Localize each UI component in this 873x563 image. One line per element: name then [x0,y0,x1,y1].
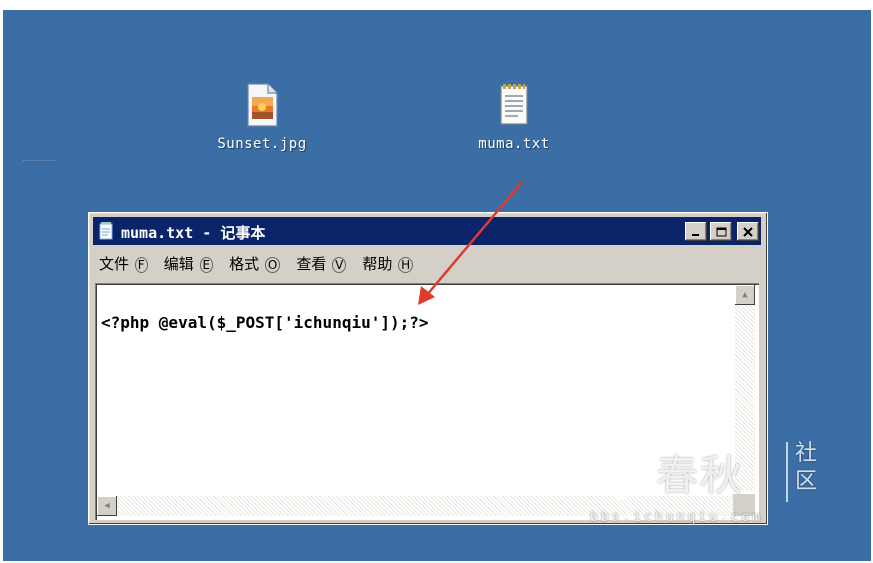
ichunqiu-logo-icon [595,441,647,501]
watermark-url: bbs.ichunqiu.com [590,510,764,525]
watermark-side-top: 社 [795,441,818,466]
watermark-side: 社 区 [795,440,825,496]
watermark-brand: 春秋 [656,451,745,500]
watermark-side-bottom: 区 [795,469,818,494]
watermark: 春秋 社 区 bbs.ichunqiu.com [590,438,840,530]
watermark-divider [786,442,788,502]
